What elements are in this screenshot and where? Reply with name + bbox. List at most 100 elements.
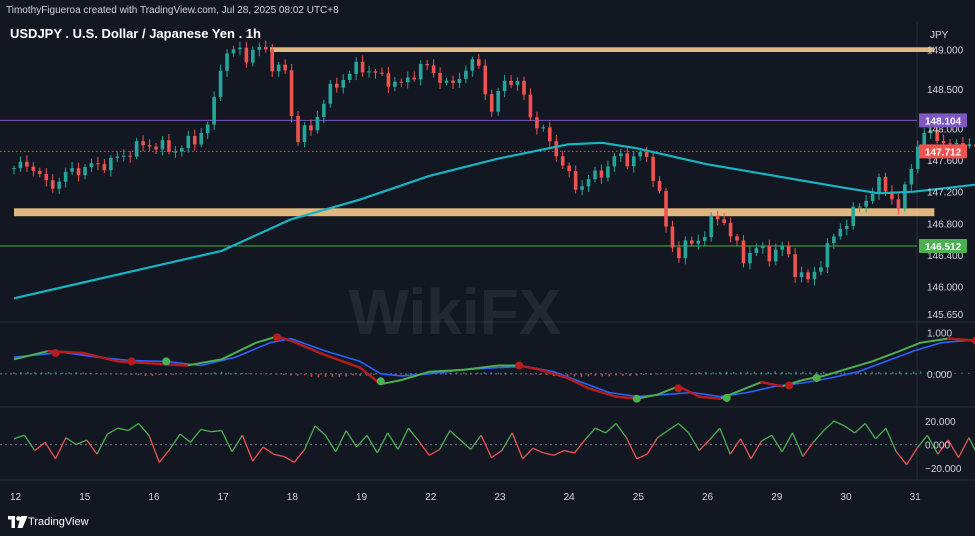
candle-body <box>302 125 307 143</box>
candle-body <box>541 127 546 129</box>
candle-body <box>709 215 714 238</box>
candle-body <box>683 240 688 259</box>
time-tick-label: 24 <box>564 492 576 503</box>
time-tick-label: 18 <box>287 492 299 503</box>
candle-body <box>218 70 223 97</box>
price-tick-label: 146.800 <box>927 219 964 230</box>
candle-body <box>328 83 333 104</box>
credit-text: TimothyFigueroa created with TradingView… <box>6 5 339 16</box>
candle-body <box>180 148 184 152</box>
candle-body <box>347 73 352 80</box>
candle-body <box>393 81 397 87</box>
candle-body <box>50 180 55 189</box>
candle-body <box>502 80 507 91</box>
candle-body <box>464 70 468 79</box>
candle-body <box>844 225 849 229</box>
macd-tick-label: 0.000 <box>927 370 952 381</box>
candle-body <box>690 240 694 244</box>
candle-body <box>941 141 946 144</box>
candle-body <box>199 133 204 145</box>
candle-body <box>367 71 371 73</box>
candle-body <box>954 142 959 144</box>
candle-body <box>909 168 914 185</box>
candle-body <box>354 61 358 74</box>
cross-dot <box>632 394 641 403</box>
candle-body <box>386 73 391 87</box>
candle-body <box>773 249 778 262</box>
oscillator-tick-label: 0.000 <box>925 441 950 452</box>
candle-body <box>573 171 578 190</box>
footer-bar: TradingView <box>0 508 975 536</box>
candle-body <box>418 64 423 80</box>
cross-dot <box>674 384 683 393</box>
candle-body <box>780 245 785 250</box>
candle-body <box>134 141 139 157</box>
candle-body <box>322 103 326 117</box>
candle-body <box>967 144 972 147</box>
candle-body <box>334 83 339 88</box>
candle-body <box>96 163 100 165</box>
candle-body <box>141 141 145 146</box>
time-tick-label: 17 <box>218 492 230 503</box>
candle-body <box>173 151 178 153</box>
candle-body <box>44 173 49 181</box>
price-tick-label: 148.500 <box>927 85 964 96</box>
candle-body <box>225 53 229 71</box>
oscillator-tick-label: −20.000 <box>925 464 962 475</box>
candle-body <box>696 240 701 244</box>
candle-body <box>657 180 662 191</box>
candle-body <box>251 49 255 63</box>
chart-canvas[interactable]: WikiFX USDJPY . U.S. Dollar / Japanese Ye… <box>0 22 975 508</box>
candle-body <box>631 156 636 167</box>
candle-body <box>70 168 74 172</box>
candle-body <box>838 228 843 237</box>
candle-body <box>554 141 559 157</box>
currency-label: JPY <box>930 30 949 41</box>
candle-body <box>586 179 591 187</box>
candle-body <box>599 170 604 178</box>
candle-body <box>483 65 488 95</box>
candle-body <box>25 161 29 167</box>
candle-body <box>444 80 449 83</box>
candle-body <box>257 47 262 50</box>
candle-body <box>702 237 707 241</box>
candle-body <box>205 124 210 134</box>
candle-body <box>819 267 823 272</box>
candle-body <box>593 170 597 180</box>
candle-body <box>296 115 300 143</box>
candle-body <box>283 64 287 71</box>
candle-body <box>748 252 752 264</box>
time-tick-label: 31 <box>910 492 922 503</box>
candle-body <box>238 47 242 50</box>
time-tick-label: 16 <box>148 492 160 503</box>
candle-body <box>470 59 475 71</box>
cross-dot <box>376 377 385 386</box>
candle-body <box>883 177 888 192</box>
candle-body <box>509 80 513 85</box>
price-badge-label: 147.712 <box>925 147 962 158</box>
candle-body <box>515 81 520 85</box>
candle-body <box>625 153 630 167</box>
candle-body <box>425 64 429 66</box>
candle-body <box>877 177 881 194</box>
candle-body <box>147 145 152 147</box>
candle-body <box>18 161 23 169</box>
candle-body <box>793 254 797 277</box>
time-tick-label: 23 <box>494 492 506 503</box>
time-tick-label: 29 <box>771 492 783 503</box>
candle-body <box>644 152 649 157</box>
candle-body <box>102 164 107 171</box>
candle-body <box>31 166 36 171</box>
candle-body <box>851 206 856 226</box>
time-tick-label: 22 <box>425 492 437 503</box>
candle-body <box>12 168 16 170</box>
price-tick-label: 146.000 <box>927 282 964 293</box>
cross-dot <box>812 373 821 382</box>
cross-dot <box>162 357 171 366</box>
candle-body <box>438 72 442 83</box>
candle-body <box>276 64 281 72</box>
cross-dot <box>785 381 794 390</box>
candle-body <box>870 193 875 201</box>
candle-body <box>83 167 87 176</box>
price-tick-label: 147.200 <box>927 188 964 199</box>
